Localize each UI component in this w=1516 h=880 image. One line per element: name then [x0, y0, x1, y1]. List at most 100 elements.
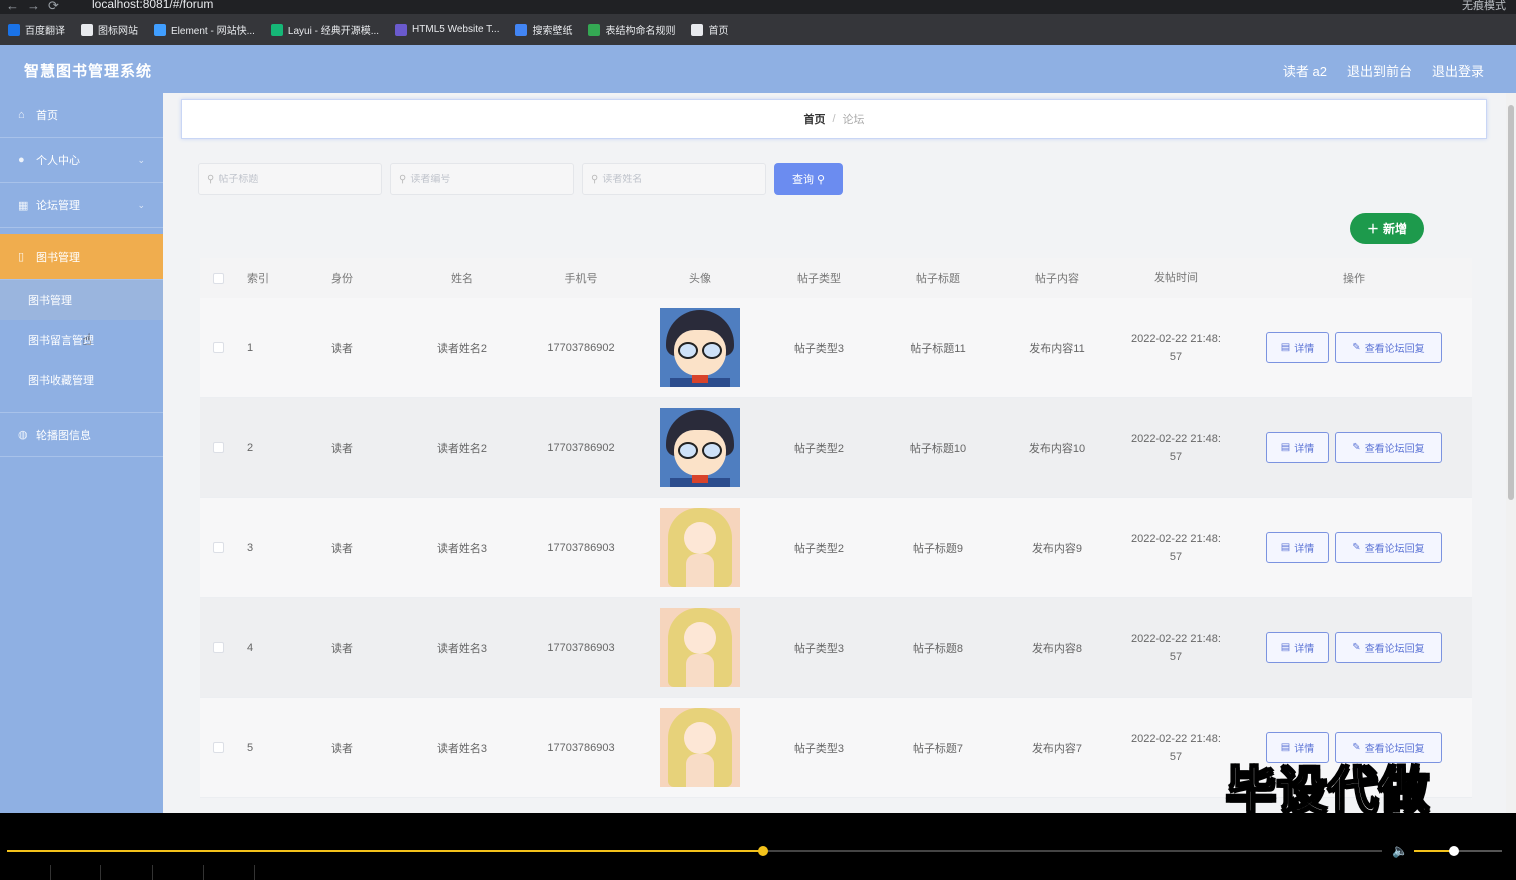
avatar — [660, 308, 740, 387]
select-all-checkbox[interactable] — [200, 272, 236, 284]
cell-ops: ▤ 详情 ✎ 查看论坛回复 — [1236, 632, 1472, 663]
bookmark-item[interactable]: 搜索壁纸 — [515, 22, 572, 37]
sidebar-item-books[interactable]: ▯ 图书管理 — [0, 234, 163, 280]
player-divider — [203, 865, 204, 880]
document-icon: ▤ — [1280, 442, 1291, 453]
cell-title: 帖子标题7 — [912, 742, 964, 755]
progress-knob[interactable] — [758, 846, 769, 856]
document-icon: ▤ — [1280, 342, 1291, 353]
add-button[interactable]: ＋ 新增 — [1350, 213, 1424, 244]
sidebar-item-home[interactable]: ⌂ 首页 — [0, 93, 163, 138]
reader-no-search[interactable]: ⚲ — [390, 163, 574, 195]
cell-ops: ▤ 详情 ✎ 查看论坛回复 — [1236, 332, 1472, 363]
view-replies-button[interactable]: ✎ 查看论坛回复 — [1335, 632, 1442, 663]
header-phone: 手机号 — [564, 273, 598, 285]
edit-icon: ✎ — [1352, 542, 1361, 553]
sidebar-subitem-book-manage[interactable]: 图书管理 — [0, 280, 163, 320]
page-scrollbar[interactable] — [1506, 93, 1516, 813]
row-checkbox[interactable] — [200, 542, 236, 553]
row-checkbox[interactable] — [200, 342, 236, 353]
post-title-search[interactable]: ⚲ — [198, 163, 382, 195]
volume-slider[interactable] — [1414, 846, 1502, 856]
cell-name: 读者姓名3 — [436, 542, 488, 555]
cell-ops: ▤ 详情 ✎ 查看论坛回复 — [1236, 532, 1472, 563]
bookmark-icon — [154, 23, 166, 36]
header-role: 身份 — [331, 273, 353, 285]
cell-role: 读者 — [331, 442, 353, 455]
player-divider — [100, 865, 101, 880]
bookmark-item[interactable]: Element - 网站快... — [154, 22, 255, 37]
address-bar[interactable]: localhost:8081/#/forum — [92, 0, 213, 11]
bookmark-item[interactable]: Layui - 经典开源模... — [270, 22, 379, 37]
row-checkbox[interactable] — [200, 442, 236, 453]
query-button[interactable]: 查询 ⚲ — [774, 163, 843, 195]
header-ops: 操作 — [1343, 273, 1365, 285]
browser-nav-icons[interactable]: ←→⟳ — [6, 0, 67, 14]
progress-fill — [7, 850, 764, 852]
logout-link[interactable]: 退出登录 — [1432, 61, 1484, 80]
view-replies-button[interactable]: ✎ 查看论坛回复 — [1335, 432, 1442, 463]
breadcrumb-home[interactable]: 首页 — [803, 111, 825, 127]
cell-name: 读者姓名3 — [436, 642, 488, 655]
view-replies-button[interactable]: ✎ 查看论坛回复 — [1335, 532, 1442, 563]
cell-phone: 17703786903 — [547, 741, 615, 754]
cell-ops: ▤ 详情 ✎ 查看论坛回复 — [1236, 432, 1472, 463]
forum-icon: ▦ — [18, 199, 29, 212]
header-time: 发帖时间 — [1154, 272, 1198, 284]
cell-content: 发布内容7 — [1031, 742, 1083, 755]
detail-button[interactable]: ▤ 详情 — [1266, 632, 1329, 663]
header-avatar: 头像 — [689, 273, 711, 285]
back-to-front-link[interactable]: 退出到前台 — [1347, 61, 1412, 80]
breadcrumb-current: 论坛 — [842, 114, 865, 126]
cell-name: 读者姓名2 — [436, 442, 488, 455]
sidebar-item-forum[interactable]: ▦ 论坛管理 ⌄ — [0, 183, 163, 228]
cell-type: 帖子类型2 — [793, 442, 845, 455]
volume-fill — [1414, 850, 1454, 852]
main-content: 首页 / 论坛 ⚲ ⚲ ⚲ 查询 ⚲ ＋ 新增 — [163, 93, 1506, 813]
bookmark-icon — [691, 23, 704, 36]
app: 智慧图书管理系统 读者 a2 退出到前台 退出登录 ⌂ 首页 ● 个人中心 ⌄ ▦ 论坛… — [0, 45, 1516, 813]
table-row: 2 读者 读者姓名2 17703786902 帖子类型2 帖子标题10 发布内容10 2022… — [200, 398, 1472, 498]
sidebar-item-carousel[interactable]: ◍ 轮播图信息 — [0, 412, 163, 457]
cell-name: 读者姓名2 — [436, 342, 488, 355]
bookmark-item[interactable]: 图标网站 — [81, 22, 138, 37]
reader-no-input[interactable] — [410, 173, 561, 185]
document-icon: ▤ — [1280, 642, 1291, 653]
cell-role: 读者 — [331, 642, 353, 655]
forum-table: 索引 身份 姓名 手机号 头像 帖子类型 帖子标题 帖子内容 发帖时间 操作 1… — [200, 258, 1472, 798]
bookmark-item[interactable]: 首页 — [691, 22, 728, 37]
reader-name-input[interactable] — [602, 173, 753, 185]
volume-icon[interactable]: 🔈 — [1392, 843, 1408, 859]
search-icon: ⚲ — [399, 173, 407, 185]
edit-icon: ✎ — [1352, 342, 1361, 353]
book-icon: ▯ — [18, 251, 25, 263]
cell-content: 发布内容8 — [1031, 642, 1083, 655]
detail-button[interactable]: ▤ 详情 — [1266, 532, 1329, 563]
image-icon: ◍ — [18, 429, 28, 441]
bookmark-icon — [270, 23, 283, 36]
bookmark-item[interactable]: 百度翻译 — [8, 22, 65, 37]
row-checkbox[interactable] — [200, 642, 236, 653]
scrollbar-thumb[interactable] — [1508, 105, 1514, 500]
detail-button[interactable]: ▤ 详情 — [1266, 432, 1329, 463]
cell-title: 帖子标题10 — [909, 442, 967, 455]
volume-knob[interactable] — [1448, 846, 1459, 856]
video-progress-bar[interactable] — [7, 846, 1382, 856]
sidebar-subitem-book-favorite[interactable]: 图书收藏管理 — [0, 360, 163, 400]
bookmark-item[interactable]: 表结构命名规则 — [588, 22, 675, 37]
cell-role: 读者 — [331, 742, 353, 755]
cell-index: 2 — [247, 441, 254, 454]
row-checkbox[interactable] — [200, 742, 236, 753]
cell-phone: 17703786902 — [547, 441, 615, 454]
cell-time: 2022-02-22 21:48: 57 — [1131, 532, 1221, 563]
post-title-input[interactable] — [218, 173, 369, 185]
reader-name-search[interactable]: ⚲ — [582, 163, 766, 195]
cell-index: 1 — [247, 341, 254, 354]
sidebar-item-personal[interactable]: ● 个人中心 ⌄ — [0, 138, 163, 183]
detail-button[interactable]: ▤ 详情 — [1266, 332, 1329, 363]
header-index: 索引 — [247, 273, 269, 285]
view-replies-button[interactable]: ✎ 查看论坛回复 — [1335, 332, 1442, 363]
bookmark-item[interactable]: HTML5 Website T... — [395, 23, 499, 36]
home-icon: ⌂ — [18, 109, 25, 121]
cell-title: 帖子标题8 — [912, 642, 964, 655]
